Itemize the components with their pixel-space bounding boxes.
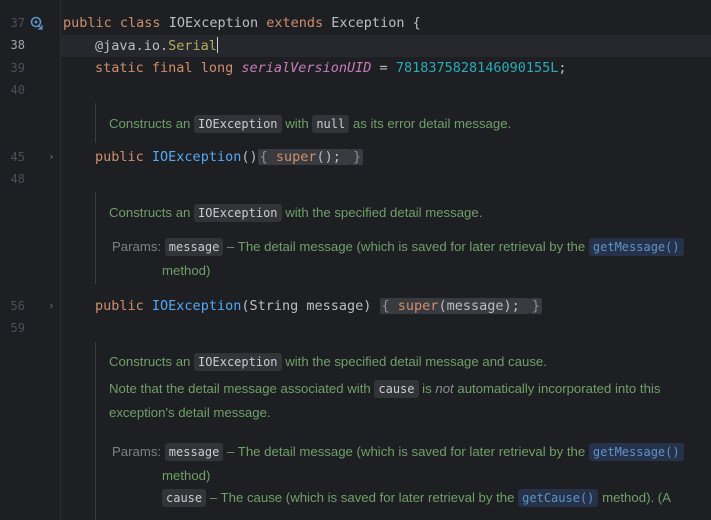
fold-chevron-icon[interactable]: ›: [48, 299, 55, 312]
folded-brace[interactable]: { super();: [257, 149, 352, 165]
line-number: 48: [10, 172, 25, 186]
doc-text: method): [162, 263, 211, 278]
doc-text: Note that the detail message associated …: [109, 380, 661, 398]
line-number: 40: [10, 83, 25, 97]
line-number: 39: [10, 61, 25, 75]
doc-text: Constructs an IOException with the speci…: [109, 204, 483, 222]
line-number: 59: [10, 321, 25, 335]
constructor-message: public IOException(String message) { sup…: [95, 298, 542, 314]
doc-text: method): [162, 468, 211, 483]
doc-params: Params: message – The detail message (wh…: [112, 442, 684, 462]
fold-chevron-icon[interactable]: ›: [48, 150, 55, 163]
field-declaration: static final long serialVersionUID = 781…: [95, 60, 567, 76]
text-caret: [216, 37, 218, 53]
doc-param-cause: cause – The cause (which is saved for la…: [162, 488, 671, 508]
javadoc-block[interactable]: Constructs an IOException with the speci…: [95, 342, 711, 520]
code-editor[interactable]: public class IOException extends Excepti…: [61, 0, 711, 520]
javadoc-block[interactable]: Constructs an IOException with the speci…: [95, 192, 711, 284]
constructor-no-args: public IOException(){ super(); }: [95, 149, 364, 165]
line-number: 37: [10, 16, 25, 30]
folded-brace[interactable]: { super(message);: [379, 298, 530, 314]
line-number-current: 38: [10, 38, 25, 52]
class-declaration: public class IOException extends Excepti…: [63, 15, 421, 31]
line-number: 56: [10, 299, 25, 313]
editor-gutter: 37 38 39 40 45 › 48 56 › 59: [0, 0, 61, 520]
annotation-line: @java.io.Serial: [95, 37, 218, 54]
getmessage-link[interactable]: getMessage(): [588, 238, 684, 256]
getcause-link[interactable]: getCause(): [518, 489, 599, 507]
doc-text: exception's detail message.: [109, 405, 271, 420]
line-number: 45: [10, 150, 25, 164]
doc-params: Params: message – The detail message (wh…: [112, 237, 684, 257]
overrides-gutter-icon[interactable]: [30, 16, 44, 30]
doc-text: Constructs an IOException with null as i…: [109, 115, 512, 133]
javadoc-block[interactable]: Constructs an IOException with null as i…: [95, 103, 711, 143]
getmessage-link[interactable]: getMessage(): [588, 443, 684, 461]
doc-text: Constructs an IOException with the speci…: [109, 353, 547, 371]
